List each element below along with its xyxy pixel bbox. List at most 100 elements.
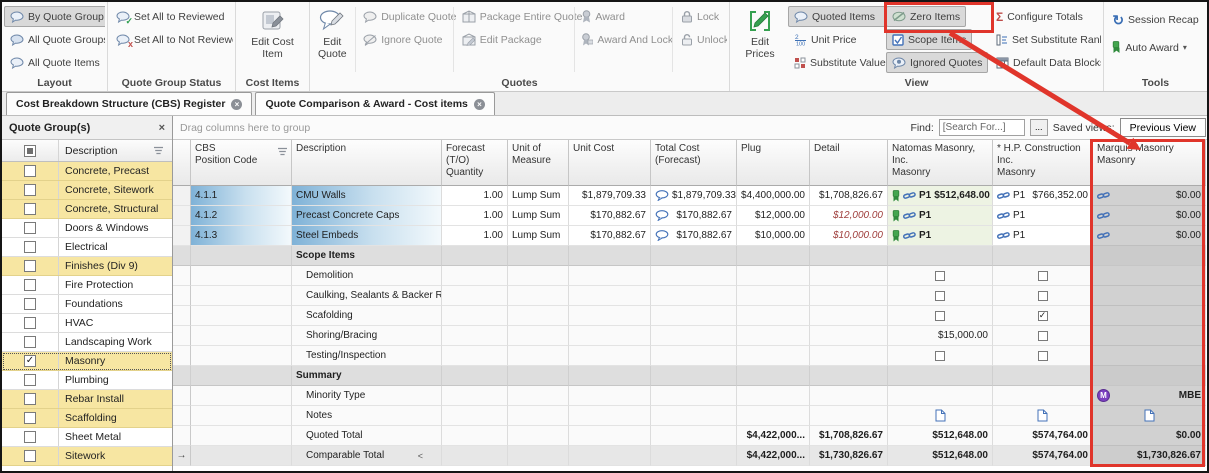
quote-group-label[interactable]: HVAC (59, 314, 172, 332)
checkbox[interactable] (24, 393, 36, 405)
column-header-desc[interactable]: Description (292, 140, 442, 186)
quote-group-row[interactable]: Foundations (2, 295, 172, 314)
grid-cell-marquis[interactable]: $0.00 (1093, 426, 1206, 446)
column-header-gutter[interactable] (173, 140, 191, 186)
close-icon[interactable]: × (231, 99, 242, 110)
tab-cbs-register[interactable]: Cost Breakdown Structure (CBS) Register … (6, 92, 252, 115)
grid-cell-detail[interactable]: $10,000.00 (810, 226, 888, 246)
select-all-checkbox[interactable] (24, 145, 36, 157)
grid-cell-unit_cost[interactable]: $170,882.67 (569, 206, 651, 226)
grid-cell-marquis[interactable]: $0.00 (1093, 206, 1206, 226)
grid-cell-hp[interactable]: P1 (993, 226, 1093, 246)
by-quote-group-button[interactable]: By Quote Group (4, 6, 105, 27)
grid-cell-desc[interactable]: Quoted Total (292, 426, 442, 446)
set-substitute-ranking-button[interactable]: Set Substitute Ranking (990, 29, 1100, 50)
tab-quote-comparison-award[interactable]: Quote Comparison & Award - Cost items × (255, 92, 494, 115)
all-quote-items-button[interactable]: All Quote Items (4, 52, 105, 73)
grid-cell-uom[interactable]: Lump Sum (508, 186, 569, 206)
quote-group-label[interactable]: Scaffolding (59, 409, 172, 427)
grid-cell-hp[interactable] (993, 286, 1093, 306)
quote-group-row[interactable]: Concrete, Structural (2, 200, 172, 219)
checkbox[interactable] (24, 355, 36, 367)
checkbox[interactable] (24, 222, 36, 234)
find-more-button[interactable]: ... (1030, 119, 1048, 136)
quote-groups-column-header[interactable]: Description (2, 140, 172, 162)
grid-cell-natomas[interactable] (888, 286, 993, 306)
column-header-uom[interactable]: Unit of Measure (508, 140, 569, 186)
unit-price-button[interactable]: 2100 Unit Price (788, 29, 886, 50)
grid-cell-marquis[interactable] (1093, 406, 1206, 426)
ignored-quotes-button[interactable]: Ignored Quotes (886, 52, 988, 73)
set-all-not-reviewed-button[interactable]: x Set All to Not Reviewed (110, 29, 233, 50)
grid-cell-hp[interactable] (993, 306, 1093, 326)
award-button[interactable]: Award (576, 6, 670, 27)
grid-cell-desc[interactable]: Scope Items (292, 246, 442, 266)
column-header-qty[interactable]: Forecast (T/O) Quantity (442, 140, 508, 186)
quote-group-label[interactable]: Concrete, Sitework (59, 181, 172, 199)
substitute-values-button[interactable]: Substitute Values (788, 52, 886, 73)
edit-cost-item-button[interactable]: Edit Cost Item (245, 3, 301, 76)
checkbox[interactable] (935, 291, 945, 301)
quote-group-label[interactable]: Rebar Install (59, 390, 172, 408)
quote-group-row[interactable]: Finishes (Div 9) (2, 257, 172, 276)
grid-cell-hp[interactable] (993, 406, 1093, 426)
grid-cell-hp[interactable]: $574,764.00 (993, 426, 1093, 446)
grid-cell-detail[interactable]: $1,708,826.67 (810, 186, 888, 206)
grid-cell-desc[interactable]: Caulking, Sealants & Backer Rod (292, 286, 442, 306)
quote-group-label[interactable]: Concrete, Precast (59, 162, 172, 180)
column-header-natomas[interactable]: Natomas Masonry, Inc. Masonry (888, 140, 993, 186)
grid-cell-marquis[interactable]: $0.00 (1093, 226, 1206, 246)
checkbox[interactable] (1038, 311, 1048, 321)
checkbox[interactable] (24, 165, 36, 177)
checkbox[interactable] (935, 271, 945, 281)
grid-cell-hp[interactable]: P1 (993, 206, 1093, 226)
quote-group-row[interactable]: Fire Protection (2, 276, 172, 295)
grid-cell-desc[interactable]: Notes (292, 406, 442, 426)
unlock-button[interactable]: Unlock (675, 29, 727, 50)
checkbox[interactable] (24, 203, 36, 215)
grid-cell-unit_cost[interactable]: $1,879,709.33 (569, 186, 651, 206)
quote-group-row[interactable]: HVAC (2, 314, 172, 333)
quote-group-row[interactable]: Sheet Metal (2, 428, 172, 447)
quote-group-label[interactable]: Plumbing (59, 371, 172, 389)
grid-cell-natomas[interactable]: $512,648.00 (888, 426, 993, 446)
quote-group-label[interactable]: Doors & Windows (59, 219, 172, 237)
all-quote-groups-button[interactable]: All Quote Groups (4, 29, 105, 50)
grid-cell-cbs[interactable]: 4.1.3 (191, 226, 292, 246)
session-recap-button[interactable]: ↻ Session Recap (1106, 9, 1204, 30)
checkbox[interactable] (1038, 271, 1048, 281)
zero-items-button[interactable]: Zero Items (886, 6, 966, 27)
grid-cell-desc[interactable]: Shoring/Bracing (292, 326, 442, 346)
grid-cell-natomas[interactable] (888, 346, 993, 366)
checkbox[interactable] (1038, 291, 1048, 301)
checkbox[interactable] (24, 412, 36, 424)
quote-group-row[interactable]: Electrical (2, 238, 172, 257)
quote-group-label[interactable]: Landscaping Work (59, 333, 172, 351)
search-input[interactable] (939, 119, 1025, 136)
grid-cell-desc[interactable]: Demolition (292, 266, 442, 286)
quote-group-label[interactable]: Sheet Metal (59, 428, 172, 446)
grid-cell-desc[interactable]: Comparable Total< (292, 446, 442, 466)
checkbox[interactable] (24, 431, 36, 443)
checkbox[interactable] (935, 351, 945, 361)
grid-cell-natomas[interactable] (888, 406, 993, 426)
grid-cell-desc[interactable]: Precast Concrete Caps (292, 206, 442, 226)
grid-cell-uom[interactable]: Lump Sum (508, 206, 569, 226)
quote-group-row[interactable]: Rebar Install (2, 390, 172, 409)
grid-cell-hp[interactable]: P1$766,352.00 (993, 186, 1093, 206)
checkbox[interactable] (935, 311, 945, 321)
configure-totals-button[interactable]: Σ Configure Totals (990, 6, 1100, 27)
grid-cell-marquis[interactable]: $0.00 (1093, 186, 1206, 206)
grid-cell-cbs[interactable]: 4.1.1 (191, 186, 292, 206)
auto-award-button[interactable]: Auto Award ▾ (1106, 37, 1204, 58)
column-header-plug[interactable]: Plug (737, 140, 810, 186)
set-all-reviewed-button[interactable]: ✓ Set All to Reviewed (110, 6, 233, 27)
quote-group-label[interactable]: Masonry (59, 352, 172, 370)
quote-group-row[interactable]: Scaffolding (2, 409, 172, 428)
quoted-items-button[interactable]: Quoted Items (788, 6, 886, 27)
grid-cell-hp[interactable] (993, 346, 1093, 366)
edit-quote-button[interactable]: Edit Quote (312, 3, 353, 76)
grid-cell-total_cost[interactable]: $170,882.67 (651, 206, 737, 226)
grid-cell-hp[interactable] (993, 326, 1093, 346)
checkbox[interactable] (24, 279, 36, 291)
